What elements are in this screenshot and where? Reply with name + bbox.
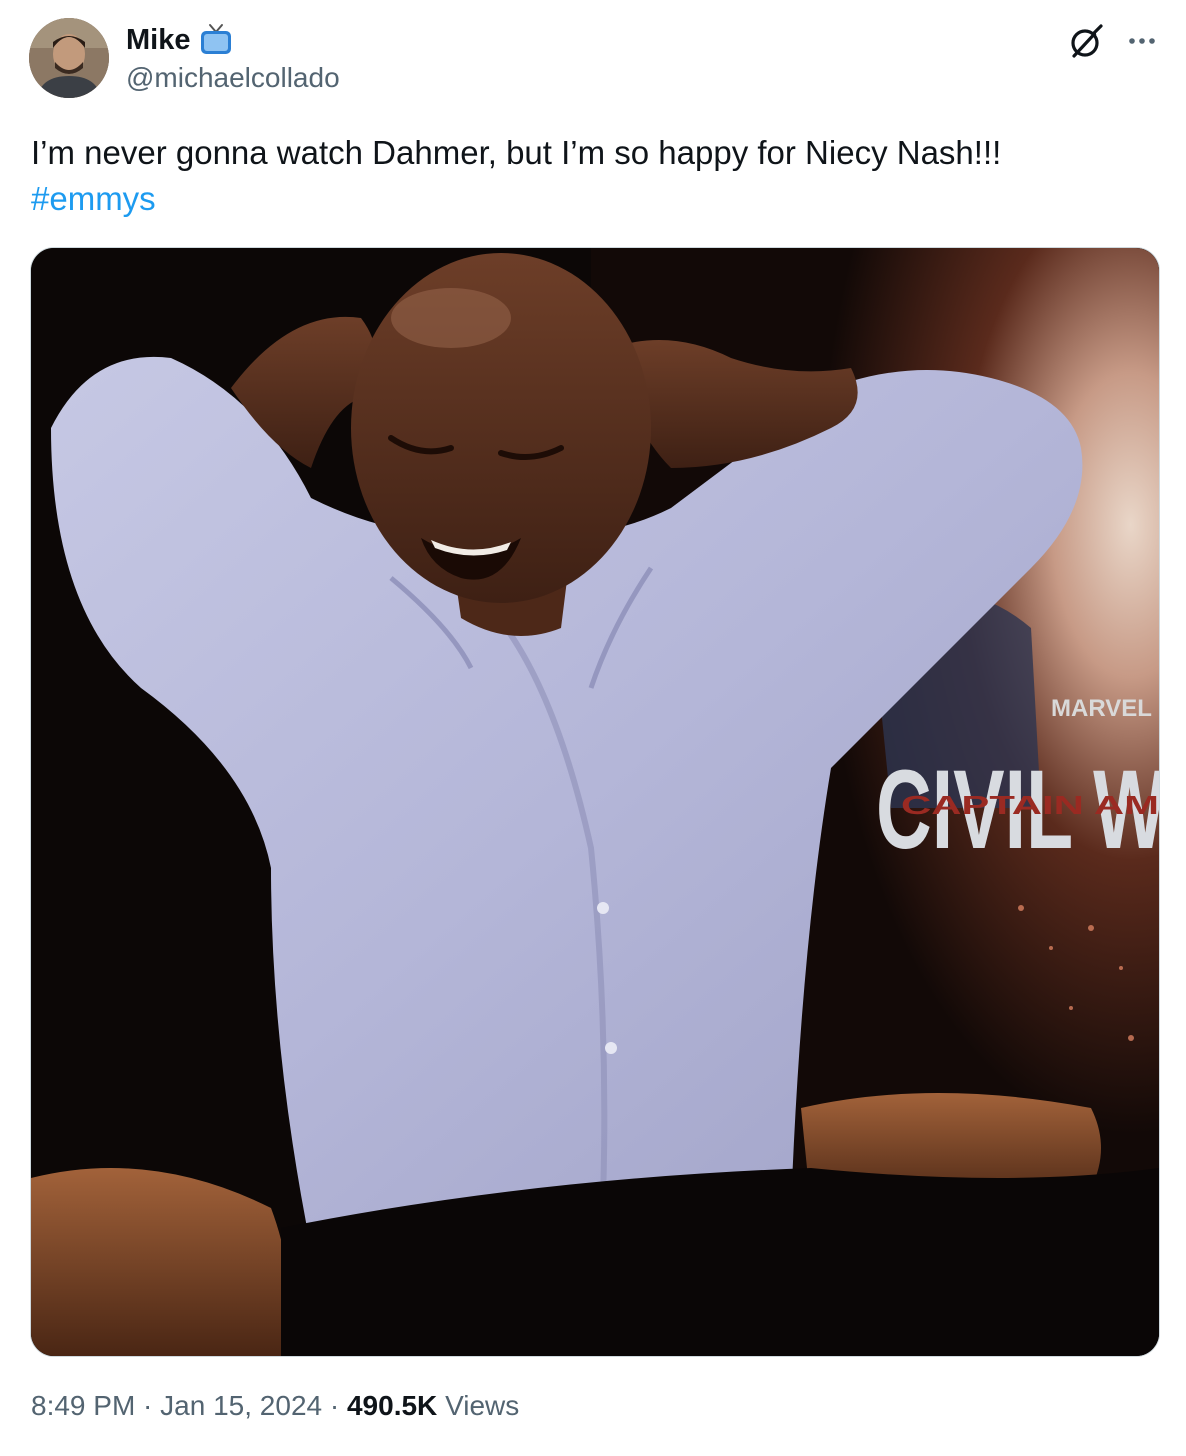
- more-options-icon[interactable]: [1122, 24, 1162, 58]
- hashtag-link[interactable]: #emmys: [31, 180, 156, 217]
- views-count: 490.5K: [346, 1390, 438, 1421]
- author-handle[interactable]: @michaelcollado: [126, 62, 340, 94]
- tweet-text: I’m never gonna watch Dahmer, but I’m so…: [31, 130, 1151, 222]
- author-avatar[interactable]: [29, 18, 109, 98]
- tweet-body: I’m never gonna watch Dahmer, but I’m so…: [31, 134, 1002, 171]
- tweet-meta: 8:49 PM · Jan 15, 2024 · 490.5K Views: [31, 1390, 519, 1422]
- tv-icon: [198, 23, 234, 57]
- author-display-name[interactable]: Mike: [126, 24, 190, 57]
- tweet-card: Mike @michaelcollado I’m never gonna wat…: [0, 0, 1186, 1456]
- poster-subtitle: CAPTAIN AM: [901, 790, 1159, 820]
- meta-separator-2: ·: [322, 1390, 347, 1421]
- grok-icon[interactable]: [1066, 22, 1106, 62]
- author-name-row: Mike: [126, 22, 234, 58]
- tweet-time[interactable]: 8:49 PM: [31, 1390, 135, 1422]
- tweet-media-image[interactable]: MARVEL CIVIL W CAPTAIN AM: [30, 247, 1160, 1357]
- poster-brand: MARVEL: [1051, 695, 1152, 722]
- meta-separator: ·: [135, 1390, 161, 1421]
- views-label: Views: [445, 1390, 520, 1421]
- tweet-date[interactable]: Jan 15, 2024: [160, 1390, 322, 1422]
